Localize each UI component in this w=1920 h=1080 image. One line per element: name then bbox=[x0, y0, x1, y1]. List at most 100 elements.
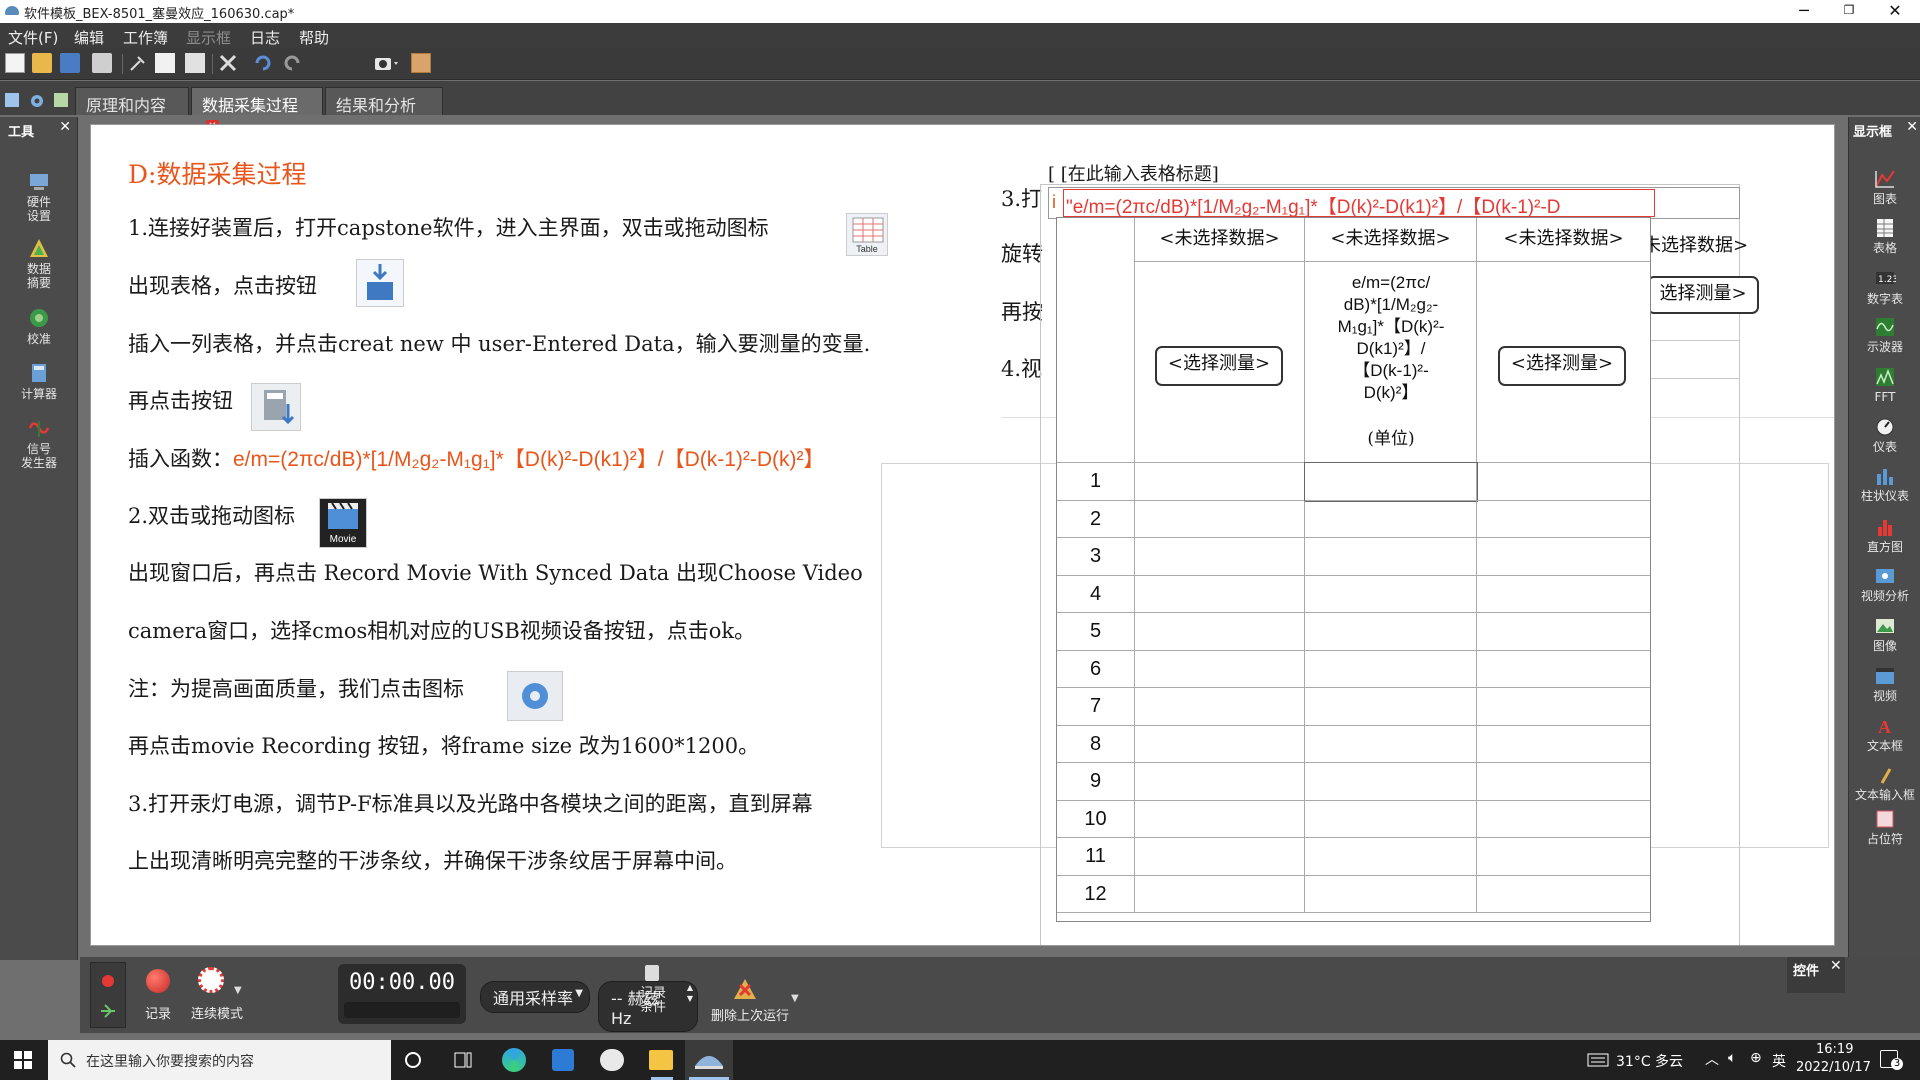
settings-icon[interactable] bbox=[29, 93, 45, 109]
menu-display[interactable]: 显示框 bbox=[186, 27, 231, 48]
table-cell[interactable] bbox=[1135, 688, 1305, 726]
table-cell[interactable] bbox=[1135, 575, 1305, 613]
minimize-button[interactable]: ─ bbox=[1785, 0, 1823, 23]
table-cell[interactable] bbox=[1135, 875, 1305, 913]
display-video-analysis[interactable]: 视频分析 bbox=[1849, 566, 1920, 603]
display-table[interactable]: 表格 bbox=[1849, 218, 1920, 255]
undo-icon[interactable] bbox=[253, 53, 273, 73]
delete-icon[interactable] bbox=[218, 53, 238, 73]
network-icon[interactable]: ⊕ bbox=[1750, 1050, 1762, 1066]
clock-date[interactable]: 2022/10/17 bbox=[1796, 1060, 1871, 1075]
tool-hardware[interactable]: 硬件 设置 bbox=[0, 170, 78, 223]
display-text-box[interactable]: A 文本框 bbox=[1849, 716, 1920, 753]
display-placeholder[interactable]: 占位符 bbox=[1849, 809, 1920, 846]
table-cell[interactable] bbox=[1305, 800, 1477, 838]
redo-icon[interactable] bbox=[282, 53, 302, 73]
print-icon[interactable] bbox=[92, 53, 112, 73]
display-digits[interactable]: 1.23 数字表 bbox=[1849, 269, 1920, 306]
ime-indicator[interactable]: 英 bbox=[1772, 1051, 1786, 1071]
table-cell[interactable] bbox=[1305, 500, 1477, 538]
column-header-1[interactable]: <未选择数据> bbox=[1135, 218, 1305, 262]
table-cell[interactable] bbox=[1305, 688, 1477, 726]
table-cell[interactable] bbox=[1304, 462, 1478, 502]
table-cell[interactable] bbox=[1135, 463, 1305, 501]
display-fft[interactable]: FFT bbox=[1849, 367, 1920, 404]
page-icon[interactable] bbox=[54, 93, 68, 107]
delete-last-run-label[interactable]: 删除上次运行 bbox=[700, 1005, 800, 1024]
table-cell[interactable] bbox=[1135, 650, 1305, 688]
menu-workbook[interactable]: 工作簿 bbox=[123, 27, 168, 48]
tool-calculator[interactable]: 计算器 bbox=[0, 362, 78, 401]
volume-icon[interactable]: 🔈︎ bbox=[1728, 1050, 1736, 1066]
table-cell[interactable] bbox=[1477, 651, 1650, 688]
taskbar-search[interactable]: 在这里输入你要搜索的内容 bbox=[48, 1040, 391, 1080]
table-cell[interactable] bbox=[1135, 800, 1305, 838]
tool-calibration[interactable]: 校准 bbox=[0, 307, 78, 346]
controls-panel-tab[interactable]: 控件 ✕ bbox=[1787, 957, 1845, 993]
table-cell[interactable] bbox=[1135, 763, 1305, 801]
display-histogram[interactable]: 直方图 bbox=[1849, 517, 1920, 554]
table-cell[interactable] bbox=[1477, 726, 1650, 763]
open-folder-icon[interactable] bbox=[32, 53, 52, 73]
table-cell[interactable] bbox=[1135, 838, 1305, 876]
cortana-icon[interactable] bbox=[405, 1052, 421, 1068]
clock-time[interactable]: 16:19 bbox=[1816, 1042, 1853, 1057]
tools-icon[interactable] bbox=[128, 53, 148, 73]
table-cell[interactable] bbox=[1477, 688, 1650, 726]
table-cell[interactable] bbox=[1305, 650, 1477, 688]
tab-principle[interactable]: 原理和内容 bbox=[75, 87, 189, 115]
save-icon[interactable] bbox=[60, 53, 80, 73]
display-video[interactable]: 视频 bbox=[1849, 666, 1920, 703]
continuous-mode-label[interactable]: 连续模式 bbox=[182, 1003, 252, 1022]
table-cell[interactable] bbox=[1135, 500, 1305, 538]
tray-chevron-icon[interactable]: ︿ bbox=[1705, 1049, 1719, 1069]
table-cell[interactable] bbox=[1477, 763, 1650, 801]
close-icon[interactable]: ✕ bbox=[1830, 958, 1842, 974]
column-formula-text[interactable]: e/m=(2πc/ dB)*[1/M₂g₂- M₁g₁]*【D(k)²- D(k… bbox=[1305, 272, 1477, 404]
continuous-mode-icon[interactable] bbox=[198, 967, 224, 993]
table-cell[interactable] bbox=[1477, 801, 1650, 838]
close-button[interactable]: ✕ bbox=[1876, 0, 1914, 23]
display-scope[interactable]: 示波器 bbox=[1849, 317, 1920, 354]
table-cell[interactable] bbox=[1477, 576, 1650, 613]
capstone-taskbar-button[interactable] bbox=[685, 1040, 733, 1080]
menu-file[interactable]: 文件(F) bbox=[8, 27, 58, 48]
table-cell[interactable] bbox=[1477, 538, 1650, 576]
tab-data-collection[interactable]: 数据采集过程✕ bbox=[191, 87, 323, 133]
sample-rate-select[interactable]: 通用采样率 ▼ bbox=[480, 981, 590, 1013]
formula-input[interactable]: i "e/m=(2πc/dB)*[1/M₂g₂-M₁g₁]*【D(k)²-D(k… bbox=[1048, 187, 1740, 219]
table-cell[interactable] bbox=[1305, 838, 1477, 876]
task-view-icon[interactable] bbox=[454, 1052, 472, 1072]
weather-text[interactable]: 31°C 多云 bbox=[1616, 1051, 1683, 1071]
tool-signal-generator[interactable]: 信号 发生器 bbox=[0, 417, 78, 470]
menu-help[interactable]: 帮助 bbox=[299, 27, 329, 48]
table-title[interactable]: [ [在此输入表格标题] bbox=[1048, 160, 1219, 186]
display-meter[interactable]: 仪表 bbox=[1849, 417, 1920, 454]
new-file-icon[interactable] bbox=[5, 53, 25, 73]
formula-input-text[interactable]: "e/m=(2πc/dB)*[1/M₂g₂-M₁g₁]*【D(k)²-D(k1)… bbox=[1063, 189, 1655, 217]
windows-start-icon[interactable] bbox=[14, 1051, 32, 1073]
table-cell[interactable] bbox=[1477, 501, 1650, 538]
weather-icon[interactable] bbox=[1587, 1052, 1609, 1072]
display-bar-meter[interactable]: 柱状仪表 bbox=[1849, 466, 1920, 503]
store-icon[interactable] bbox=[552, 1049, 574, 1071]
display-graph[interactable]: 图表 bbox=[1849, 169, 1920, 206]
table-cell[interactable] bbox=[1305, 575, 1477, 613]
table-cell[interactable] bbox=[1305, 763, 1477, 801]
record-conditions-label[interactable]: 记录 条件 bbox=[633, 987, 673, 1015]
table-cell[interactable] bbox=[1305, 875, 1477, 913]
copy-icon[interactable] bbox=[155, 53, 175, 73]
table-cell[interactable] bbox=[1135, 538, 1305, 576]
delete-last-run-icon[interactable] bbox=[732, 977, 758, 1001]
edge-icon[interactable] bbox=[502, 1048, 526, 1072]
page-layout-icon[interactable] bbox=[411, 53, 431, 73]
record-icon[interactable] bbox=[146, 969, 170, 993]
close-icon[interactable]: ✕ bbox=[59, 119, 71, 135]
table-cell[interactable] bbox=[1477, 613, 1650, 651]
stepper-icon[interactable]: ▲ ▼ bbox=[687, 982, 693, 1004]
tab-results[interactable]: 结果和分析 bbox=[325, 87, 443, 115]
table-cell[interactable] bbox=[1305, 613, 1477, 651]
column-header-3[interactable]: <未选择数据> bbox=[1477, 218, 1650, 262]
table-cell[interactable] bbox=[1477, 463, 1650, 501]
display-text-input[interactable]: 文本输入框 bbox=[1849, 765, 1920, 802]
